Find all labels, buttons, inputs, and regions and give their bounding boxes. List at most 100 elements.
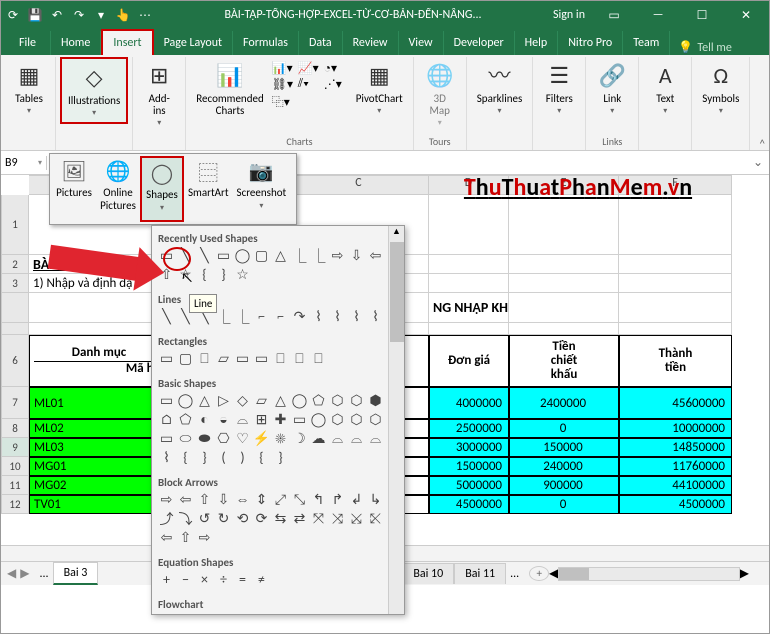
cursor-icon: ↖	[181, 269, 193, 286]
recommended-charts-button[interactable]: 📊Recommended Charts	[190, 57, 269, 121]
tab-page-layout[interactable]: Page Layout	[154, 31, 233, 55]
addins-button[interactable]: ⊞Add- ins▾	[137, 57, 181, 132]
ribbon-display-icon[interactable]: ▭	[599, 4, 629, 26]
bulb-icon: 💡	[678, 40, 693, 55]
symbols-button[interactable]: ΩSymbols▾	[696, 57, 745, 120]
save-icon[interactable]: 💾	[27, 7, 43, 23]
tab-file[interactable]: File	[5, 31, 51, 55]
annotation-circle	[163, 247, 191, 271]
link-icon: 🔗	[597, 61, 627, 91]
stat-chart-icon[interactable]: ⫽▾	[298, 77, 322, 92]
gallery-basic-head: Basic Shapes	[158, 373, 398, 392]
collapse-ribbon-icon[interactable]: ^	[760, 137, 765, 150]
chart-icon: 📊	[215, 61, 245, 91]
scroll-up-icon[interactable]: ▲	[389, 226, 404, 237]
tab-home[interactable]: Home	[51, 31, 101, 55]
line-chart-icon[interactable]: 📈▾	[298, 61, 322, 76]
map-icon: 🌐	[425, 61, 455, 91]
tab-data[interactable]: Data	[299, 31, 343, 55]
shape-tooltip: Line	[189, 294, 217, 313]
watermark: ThuThuatPhanMem.vn	[403, 175, 753, 202]
sheet-more-right[interactable]: ...	[506, 564, 523, 584]
sheet-next-icon[interactable]: ▶	[20, 566, 29, 581]
gallery-eq-head: Equation Shapes	[158, 552, 398, 571]
shapes-icon: ◯	[149, 160, 175, 186]
sheet-tab-10[interactable]: Bai 10	[402, 563, 454, 584]
pivotchart-button[interactable]: ▦PivotChart▾	[350, 57, 409, 121]
addins-icon: ⊞	[144, 61, 174, 91]
close-icon[interactable]: ✕	[731, 4, 761, 26]
gallery-flow-head: Flowchart	[158, 594, 398, 613]
title-bar: ⟳ 💾 ↶ ↷ ▾ 👆 ⋯ BÀI-TẬP-TỔNG-HỢP-EXCEL-TỪ-…	[1, 1, 769, 29]
pivot-icon: ▦	[364, 61, 394, 91]
pictures-icon: 🖼	[61, 158, 87, 184]
screenshot-button[interactable]: 📷Screenshot▾	[233, 156, 291, 222]
online-pictures-button[interactable]: 🌐Online Pictures	[96, 156, 140, 222]
ribbon: ▦Tables▾ ◇Illustrations▾ ⊞Add- ins▾ 📊Rec…	[1, 55, 769, 151]
gallery-rect-head: Rectangles	[158, 331, 398, 350]
gallery-rect-shapes[interactable]: ▭▢⎕▱▭▭⎕⎕⎕	[158, 350, 398, 367]
3dmap-button[interactable]: 🌐3D Map▾	[418, 57, 462, 132]
maximize-icon[interactable]: ☐	[687, 4, 717, 26]
gallery-recent-shapes[interactable]: ▭╲╲▭◯▢△⎿⎿⇨⇩⇦ ⇧☆{}☆	[158, 247, 398, 283]
illustrations-button[interactable]: ◇Illustrations▾	[60, 57, 128, 124]
autosave-icon[interactable]: ⟳	[5, 7, 21, 23]
sheet-prev-icon[interactable]: ◀	[7, 566, 16, 581]
sparklines-button[interactable]: 〰Sparklines▾	[471, 57, 529, 120]
group-links: Links	[602, 133, 622, 150]
qat-more-icon[interactable]: ⋯	[137, 7, 153, 23]
customize-icon[interactable]: ▾	[93, 7, 109, 23]
online-pictures-icon: 🌐	[105, 158, 131, 184]
pie-chart-icon[interactable]: ◔▾	[324, 61, 348, 76]
new-sheet-button[interactable]: +	[529, 566, 549, 581]
gallery-block-head: Block Arrows	[158, 472, 398, 491]
gallery-scrollbar[interactable]: ▲	[388, 226, 404, 614]
minimize-icon[interactable]: —	[643, 4, 673, 26]
gallery-block-shapes[interactable]: ⇨⇦⇧⇩⇔⇕⤢⤡↰↱↲↳ ⤴⤵↺↻⟲⟳⇆⇄⤧⤨⤩⤪ ⇦⇧⇨	[158, 491, 398, 546]
smartart-button[interactable]: ⿳SmartArt	[184, 156, 233, 222]
text-icon: A	[650, 61, 680, 91]
tab-help[interactable]: Help	[515, 31, 559, 55]
shapes-button[interactable]: ◯Shapes▾	[140, 156, 184, 222]
gallery-eq-shapes[interactable]: +−×÷=≠	[158, 571, 398, 588]
pictures-button[interactable]: 🖼Pictures	[52, 156, 96, 222]
redo-icon[interactable]: ↷	[71, 7, 87, 23]
tab-team[interactable]: Team	[623, 31, 670, 55]
scroll-left-icon[interactable]: ◀	[549, 566, 558, 581]
bar-chart-icon[interactable]: 📊▾	[272, 61, 296, 76]
table-icon: ▦	[14, 61, 44, 91]
sheet-tab-active[interactable]: Bai 3	[53, 562, 99, 585]
hier-chart-icon[interactable]: ⛓▾	[272, 77, 296, 92]
undo-icon[interactable]: ↶	[49, 7, 65, 23]
tab-formulas[interactable]: Formulas	[233, 31, 299, 55]
group-charts: Charts	[286, 133, 312, 150]
sheet-more-left[interactable]: ...	[35, 564, 52, 584]
horizontal-scrollbar[interactable]: ◀▶	[549, 566, 749, 582]
tables-button[interactable]: ▦Tables▾	[7, 57, 51, 120]
filters-button[interactable]: ☰Filters▾	[537, 57, 581, 120]
formula-expand-icon[interactable]: ⌄	[753, 155, 769, 170]
link-button[interactable]: 🔗Link▾	[590, 57, 634, 120]
sparkline-icon: 〰	[485, 61, 515, 91]
signin-link[interactable]: Sign in	[553, 8, 585, 22]
illustrations-icon: ◇	[79, 63, 109, 93]
name-box[interactable]: B9▾	[1, 156, 47, 170]
ribbon-tabs: File Home Insert Page Layout Formulas Da…	[1, 29, 769, 55]
scatter-chart-icon[interactable]: ⋰▾	[324, 77, 348, 92]
tab-view[interactable]: View	[399, 31, 444, 55]
gallery-basic-shapes[interactable]: ▭◯△▷◇▱△◯⬠⬡⬡⬢ ⌂⬠◐◒⌓⊞✚▭◯⬡⬡⬡ ▭⬭⬬⎔♡⚡☀☽☁⌓⌓⌓ ⌇…	[158, 392, 398, 466]
tab-developer[interactable]: Developer	[444, 31, 515, 55]
screenshot-icon: 📷	[248, 158, 274, 184]
touch-icon[interactable]: 👆	[115, 7, 131, 23]
sheet-tab-11[interactable]: Bai 11	[454, 563, 506, 584]
window-title: BÀI-TẬP-TỔNG-HỢP-EXCEL-TỪ-CƠ-BẢN-ĐẾN-NÂN…	[161, 8, 545, 22]
tab-review[interactable]: Review	[343, 31, 399, 55]
tab-insert[interactable]: Insert	[101, 29, 153, 57]
tab-nitro[interactable]: Nitro Pro	[558, 31, 623, 55]
combo-chart-icon[interactable]: ⿻▾	[272, 93, 296, 110]
text-button[interactable]: AText▾	[643, 57, 687, 120]
scroll-right-icon[interactable]: ▶	[740, 566, 749, 581]
tell-me[interactable]: 💡Tell me	[670, 40, 739, 55]
smartart-icon: ⿳	[195, 158, 221, 184]
illustrations-palette: 🖼Pictures 🌐Online Pictures ◯Shapes▾ ⿳Sma…	[49, 153, 297, 225]
